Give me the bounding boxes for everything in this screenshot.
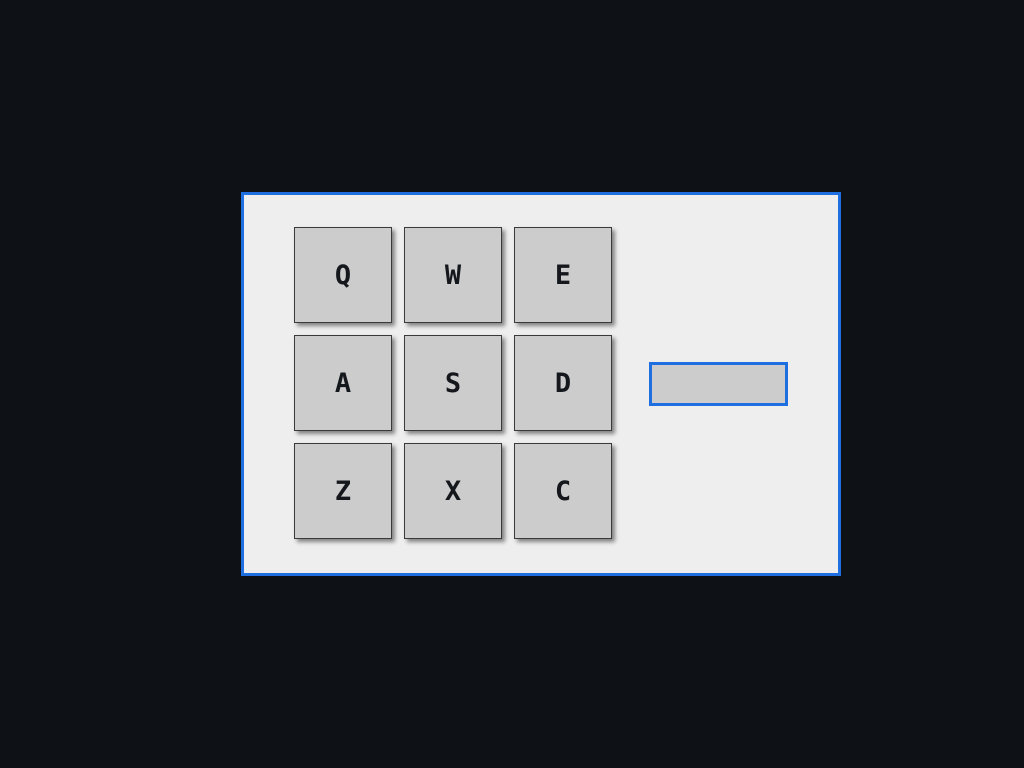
key-s[interactable]: S	[404, 335, 502, 431]
key-w[interactable]: W	[404, 227, 502, 323]
keypad-panel: Q W E A S D Z X C	[241, 192, 841, 576]
key-d[interactable]: D	[514, 335, 612, 431]
key-a[interactable]: A	[294, 335, 392, 431]
key-e[interactable]: E	[514, 227, 612, 323]
key-c[interactable]: C	[514, 443, 612, 539]
key-z[interactable]: Z	[294, 443, 392, 539]
key-x[interactable]: X	[404, 443, 502, 539]
key-q[interactable]: Q	[294, 227, 392, 323]
answer-input[interactable]	[649, 362, 788, 406]
keypad-grid: Q W E A S D Z X C	[294, 227, 624, 551]
